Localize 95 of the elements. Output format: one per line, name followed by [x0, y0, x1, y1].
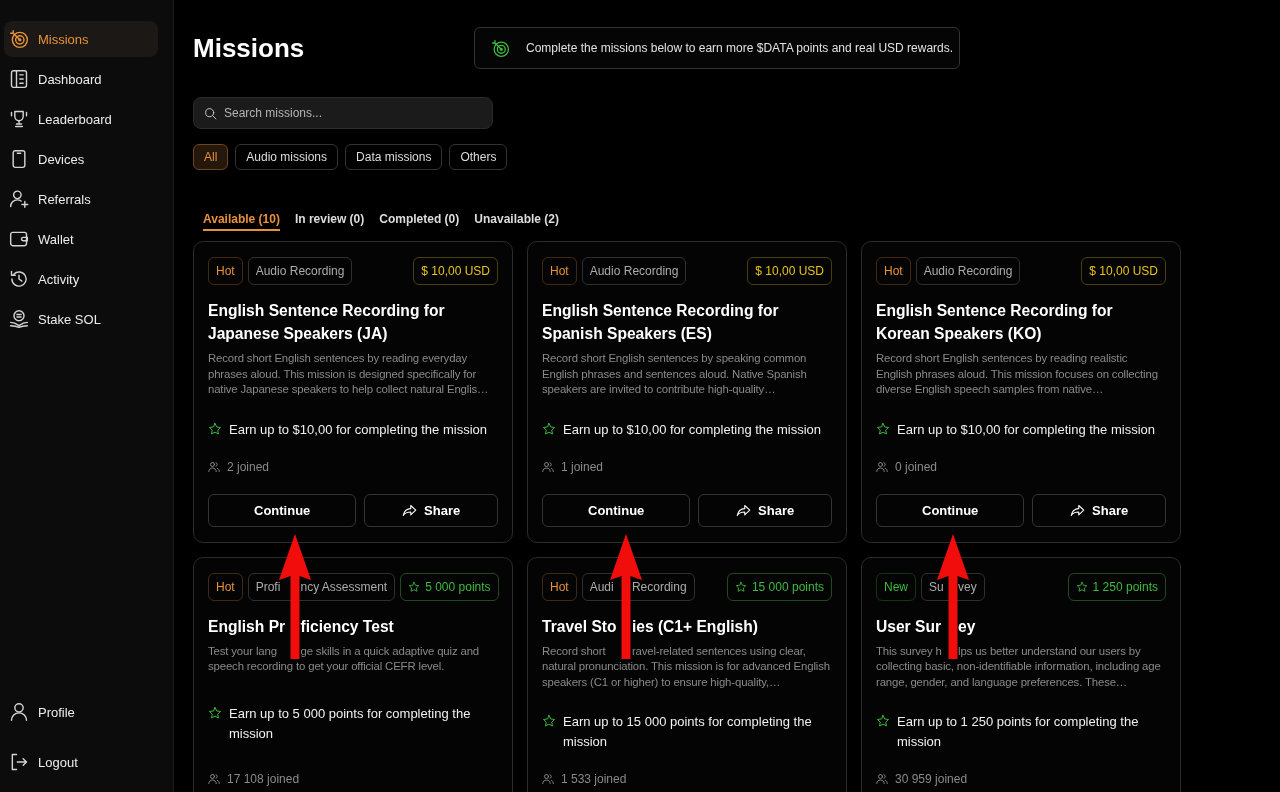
- star-icon: [876, 421, 890, 436]
- mission-description: Record short ravel-related sentences using clear, natural pronunciation. This mission is for advanced English speakers (C1 or higher) to ensure high-quality,…: [542, 643, 831, 690]
- mission-description: Record short English sentences by speaking common English phrases and sentences aloud. Native Spanish speakers are invited to contribute high-quality…: [542, 351, 808, 397]
- mission-title: English Pr ficiency Test: [208, 616, 395, 637]
- filter-chip[interactable]: Others: [449, 144, 508, 170]
- continue-button[interactable]: Continue: [876, 493, 1025, 527]
- banner-text: Complete the missions below to earn more $DATA points and real USD rewards.: [526, 41, 954, 55]
- star-icon: [876, 714, 890, 728]
- status-tag: Hot: [208, 257, 243, 285]
- nav-item[interactable]: Wallet: [4, 221, 158, 257]
- reward-text: Earn up to 5 000 points for completing the mission: [229, 705, 472, 744]
- mission-title: English Sentence Recording for Japanese Speakers (JA): [208, 301, 446, 344]
- reward-text: Earn up to $10,00 for completing the mission: [897, 420, 1155, 439]
- phone-icon: [9, 149, 29, 169]
- reward-text: Earn up to 15 000 points for completing the mission: [563, 713, 813, 751]
- reward-tag: $ 10,00 USD: [413, 257, 498, 285]
- mission-title: Travel Sto ies (C1+ English): [542, 616, 759, 637]
- reward-tag: 15 000 points: [726, 572, 832, 601]
- star-icon: [542, 714, 556, 728]
- coin-hand-icon: [9, 309, 29, 329]
- filter-chip[interactable]: All: [193, 144, 229, 170]
- nav-item[interactable]: Missions: [4, 21, 158, 57]
- star-icon: [542, 421, 556, 436]
- status-tab[interactable]: Completed (0): [379, 209, 460, 231]
- share-icon: [736, 502, 752, 518]
- status-tag: Hot: [542, 572, 577, 601]
- reward-text: Earn up to $10,00 for completing the mission: [229, 420, 487, 439]
- target-icon: [491, 38, 510, 58]
- mission-description: Test your lang ge skills in a quick adaptive quiz and speech recording to get your official CEFR level.: [208, 643, 481, 674]
- nav-item[interactable]: Profile: [4, 694, 158, 730]
- page-title: Missions: [193, 32, 305, 64]
- status-tab[interactable]: Available (10): [203, 209, 280, 231]
- trophy-icon: [9, 109, 29, 129]
- nav-item[interactable]: Activity: [4, 261, 158, 297]
- users-icon: [208, 773, 220, 785]
- reward-text: Earn up to 1 250 points for completing the mission: [897, 713, 1140, 751]
- star-icon: [208, 706, 222, 721]
- users-icon: [208, 460, 220, 473]
- category-tag: Audio Recording: [247, 257, 353, 285]
- status-tag: Hot: [208, 572, 243, 601]
- wallet-icon: [9, 229, 29, 249]
- panel-icon: [9, 69, 29, 89]
- mission-title: English Sentence Recording for Korean Speakers (KO): [876, 301, 1114, 344]
- users-icon: [876, 773, 888, 785]
- user-icon: [9, 702, 29, 722]
- joined-count: 1 533 joined: [561, 772, 627, 786]
- nav-item[interactable]: Stake SOL: [4, 301, 158, 337]
- user-plus-icon: [9, 189, 29, 209]
- filter-chip[interactable]: Audio missions: [235, 144, 339, 170]
- reward-text: Earn up to $10,00 for completing the mission: [563, 420, 821, 439]
- logout-icon: [9, 752, 29, 772]
- users-icon: [542, 773, 554, 785]
- mission-title: User Sur ey: [876, 616, 977, 637]
- status-tag: Hot: [876, 257, 911, 285]
- share-button[interactable]: Share: [1032, 493, 1166, 527]
- nav-item[interactable]: Referrals: [4, 181, 158, 217]
- reward-tag: $ 10,00 USD: [1081, 257, 1166, 285]
- users-icon: [876, 460, 888, 473]
- mission-description: Record short English sentences by reading everyday phrases aloud. This mission is designed specifically for native Japanese speakers to help collect natural Englis…: [208, 351, 490, 397]
- star-icon: [1075, 580, 1088, 593]
- star-icon: [208, 421, 222, 436]
- nav-item[interactable]: Leaderboard: [4, 101, 158, 137]
- joined-count: 1 joined: [561, 459, 604, 474]
- clock-icon: [9, 269, 29, 289]
- continue-button[interactable]: Continue: [542, 493, 691, 527]
- status-tab[interactable]: In review (0): [294, 209, 365, 231]
- share-button[interactable]: Share: [364, 493, 498, 527]
- share-icon: [1070, 502, 1086, 518]
- joined-count: 17 108 joined: [227, 772, 300, 786]
- share-icon: [402, 502, 418, 518]
- search-field[interactable]: Search missions...: [193, 97, 493, 129]
- nav-item[interactable]: Devices: [4, 141, 158, 177]
- filter-chip[interactable]: Data missions: [345, 144, 443, 170]
- nav-item[interactable]: Dashboard: [4, 61, 158, 97]
- users-icon: [542, 460, 554, 473]
- joined-count: 0 joined: [895, 459, 938, 474]
- continue-button[interactable]: Continue: [208, 493, 357, 527]
- share-button[interactable]: Share: [698, 493, 832, 527]
- status-tab[interactable]: Unavailable (2): [474, 209, 559, 231]
- star-icon: [408, 580, 421, 593]
- reward-tag: $ 10,00 USD: [747, 257, 832, 285]
- mission-title: English Sentence Recording for Spanish Speakers (ES): [542, 301, 780, 344]
- status-tag: Hot: [542, 257, 577, 285]
- nav-item[interactable]: Logout: [4, 744, 158, 780]
- category-tag: Audio Recording: [581, 257, 687, 285]
- reward-tag: 5 000 points: [400, 572, 499, 601]
- status-tag: New: [876, 572, 916, 601]
- joined-count: 30 959 joined: [895, 772, 968, 786]
- mission-description: This survey h lps us better understand our users by collecting basic, non-identifiable information, including age range, gender, and language preferences. These…: [876, 643, 1162, 690]
- star-icon: [734, 580, 747, 593]
- target-icon: [9, 29, 29, 49]
- reward-tag: 1 250 points: [1067, 572, 1166, 601]
- category-tag: Audio Recording: [915, 257, 1021, 285]
- mission-description: Record short English sentences by reading realistic English phrases aloud. This mission focuses on collecting diverse English speech samples from native…: [876, 351, 1159, 397]
- joined-count: 2 joined: [227, 459, 270, 474]
